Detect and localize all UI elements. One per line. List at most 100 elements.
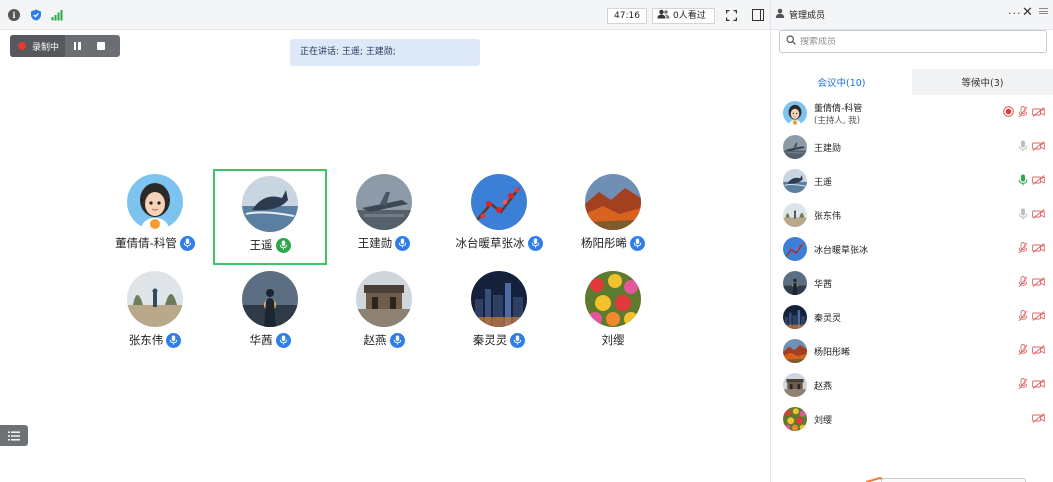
member-row[interactable]: 张东伟 [771,198,1053,232]
camera-off-icon[interactable] [1032,276,1045,290]
participant-name: 华茜 [249,333,273,347]
avatar [127,174,183,230]
mic-muted-icon[interactable] [1018,241,1028,257]
search-input[interactable] [800,36,1030,47]
avatar [783,237,807,261]
member-row[interactable]: 王建勋 [771,130,1053,164]
participant-tile[interactable]: 杨阳彤晞 [556,169,670,265]
panel-header: 管理成员 ··· ✕ [771,0,1053,30]
close-icon[interactable]: ✕ [1022,5,1033,20]
avatar [783,271,807,295]
participant-tile[interactable]: 赵燕 [327,266,441,362]
microphone-icon[interactable] [1018,208,1028,223]
stop-recording-button[interactable] [89,35,113,57]
participant-name: 冰台暖草张冰 [455,236,525,250]
top-toolbar: i 47:16 0人看过 [0,0,770,30]
recording-status[interactable]: 录制中 [10,35,66,57]
microphone-icon [389,332,405,348]
member-name: 秦灵灵 [814,313,842,324]
pause-recording-button[interactable] [65,35,89,57]
mic-muted-icon[interactable] [1018,275,1028,291]
microphone-icon [395,235,411,251]
participant-tile[interactable]: 华茜 [213,266,327,362]
member-name: 华茜 [814,279,833,290]
avatar [783,101,807,125]
info-icon[interactable]: i [8,9,20,21]
microphone-icon [275,237,291,253]
viewers-count: 0人看过 [673,11,706,21]
mic-muted-icon[interactable] [1018,377,1028,393]
record-dot-icon [18,42,26,50]
participant-tile[interactable]: 冰台暖草张冰 [442,169,556,265]
microphone-icon [510,332,526,348]
member-row[interactable]: 冰台暖草张冰 [771,232,1053,266]
more-icon[interactable]: ··· [1008,7,1022,20]
participant-name: 王遥 [249,238,273,252]
participant-tile[interactable]: 王遥 [213,169,327,265]
member-row[interactable]: 杨阳彤晞 [771,334,1053,368]
recording-label: 录制中 [32,42,60,53]
avatar [783,305,807,329]
toggle-side-panel-icon[interactable] [752,9,764,21]
microphone-icon [630,235,645,251]
panel-bottom-bar[interactable] [881,478,1026,482]
camera-off-icon[interactable] [1032,378,1045,392]
camera-off-icon[interactable] [1032,208,1045,222]
participant-name: 刘缨 [601,333,625,347]
participant-tile[interactable]: 王建勋 [327,169,441,265]
tab-waiting[interactable]: 等候中(3) [912,69,1053,95]
camera-off-icon[interactable] [1032,242,1045,256]
meeting-timer: 47:16 [607,8,647,24]
participant-tile[interactable]: 张东伟 [98,266,212,362]
member-row[interactable]: 刘缨 [771,402,1053,436]
microphone-icon [179,235,195,251]
participant-tile[interactable]: 董倩倩-科管 [98,169,212,265]
member-row[interactable]: 秦灵灵 [771,300,1053,334]
signal-strength-icon[interactable] [51,9,63,21]
microphone-icon[interactable] [1018,174,1028,189]
participant-name: 王建勋 [357,236,393,250]
member-name: 刘缨 [814,415,833,426]
person-icon [775,8,785,21]
avatar [585,174,641,230]
member-tabs: 会议中(10) 等候中(3) [771,69,1053,95]
member-row[interactable]: 董倩倩-科管 (主持人, 我) [771,96,1053,130]
participant-name: 张东伟 [128,333,164,347]
mic-muted-icon[interactable] [1018,343,1028,359]
list-toggle-button[interactable] [0,425,28,446]
menu-icon[interactable] [1039,6,1048,16]
avatar [783,407,807,431]
member-row[interactable]: 华茜 [771,266,1053,300]
camera-off-icon[interactable] [1032,174,1045,188]
participant-tile[interactable]: 刘缨 [556,266,670,362]
mic-muted-icon[interactable] [1018,309,1028,325]
camera-off-icon[interactable] [1032,344,1045,358]
shield-icon[interactable] [30,9,42,21]
member-name: 赵燕 [814,381,833,392]
fullscreen-icon[interactable] [726,10,737,21]
member-search [779,30,1047,53]
recording-icon[interactable] [1003,106,1014,120]
panel-title-text: 管理成员 [789,11,826,21]
member-row[interactable]: 赵燕 [771,368,1053,402]
tab-in-meeting[interactable]: 会议中(10) [771,69,912,95]
member-name: 冰台暖草张冰 [814,245,869,256]
camera-off-icon[interactable] [1032,140,1045,154]
viewers-button[interactable]: 0人看过 [652,8,715,24]
people-icon [657,9,670,24]
member-name: 王遥 [814,177,833,188]
mic-muted-icon[interactable] [1018,105,1028,121]
participant-tile[interactable]: 秦灵灵 [442,266,556,362]
camera-off-icon[interactable] [1032,310,1045,324]
participant-name: 秦灵灵 [472,333,508,347]
avatar [127,271,183,327]
avatar [783,373,807,397]
camera-off-icon[interactable] [1032,106,1045,120]
list-icon [8,431,20,440]
member-row[interactable]: 王遥 [771,164,1053,198]
microphone-icon[interactable] [1018,140,1028,155]
member-name: 王建勋 [814,143,842,154]
member-role: (主持人, 我) [814,116,861,126]
avatar [783,169,807,193]
camera-off-icon[interactable] [1032,412,1045,426]
